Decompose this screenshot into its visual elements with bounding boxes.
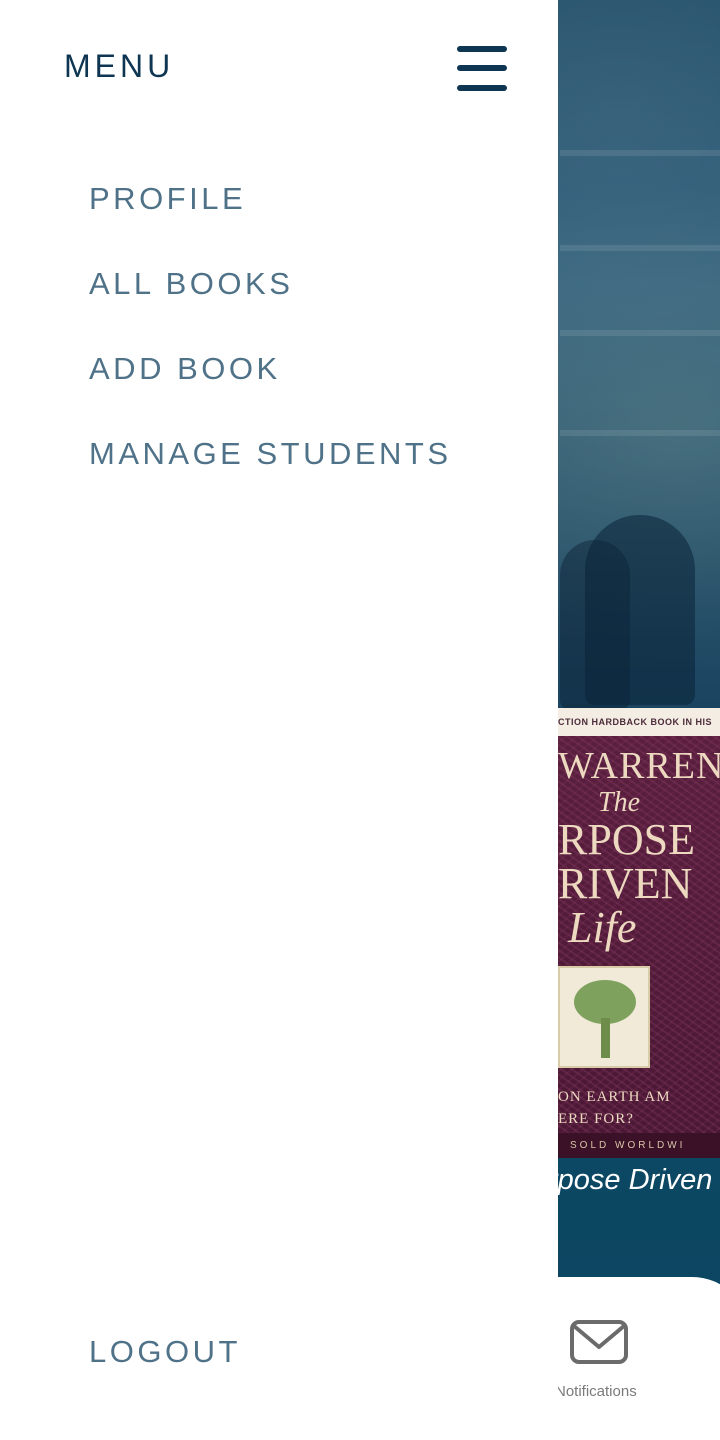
cover-quote: ON EARTH AM ERE FOR? <box>558 1089 671 1127</box>
book-title-caption: rpose Driven <box>548 1164 713 1196</box>
mail-icon[interactable] <box>570 1320 628 1364</box>
cover-band: SOLD WORLDWI <box>540 1133 720 1158</box>
logout-button[interactable]: LOGOUT <box>89 1334 241 1370</box>
nav-item-profile[interactable]: PROFILE <box>89 181 246 217</box>
cover-title: The RPOSE RIVEN Life <box>558 787 695 952</box>
notifications-label[interactable]: Notifications <box>555 1383 637 1400</box>
book-cover[interactable]: CTION HARDBACK BOOK IN HIS WARREN The RP… <box>540 708 720 1158</box>
nav-item-all-books[interactable]: ALL BOOKS <box>89 266 293 302</box>
navigation-drawer: MENU PROFILE ALL BOOKS ADD BOOK MANAGE S… <box>0 0 558 1440</box>
cover-author: WARREN <box>558 745 720 787</box>
nav-item-manage-students[interactable]: MANAGE STUDENTS <box>89 436 452 472</box>
nav-item-add-book[interactable]: ADD BOOK <box>89 351 281 387</box>
cover-banner: CTION HARDBACK BOOK IN HIS <box>558 717 712 727</box>
tree-illustration <box>558 966 650 1068</box>
menu-title: MENU <box>64 48 175 84</box>
hamburger-icon[interactable] <box>452 40 512 96</box>
